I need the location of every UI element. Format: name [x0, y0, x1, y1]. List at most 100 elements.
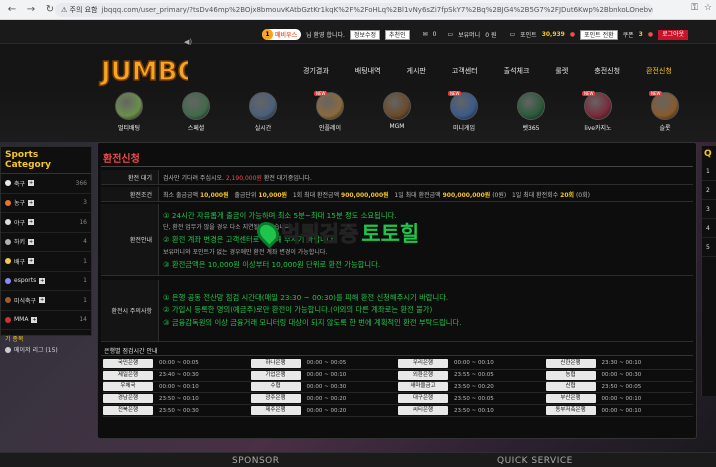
notice-label: 환전시 주의사항: [101, 280, 159, 341]
expand-icon[interactable]: +: [39, 297, 46, 304]
footer-sponsor: SPONSOR: [232, 456, 280, 466]
flag-icon: [5, 346, 11, 353]
schedule-cell: 부산은행 00:00 ~ 00:10: [545, 394, 694, 404]
withdraw-wait-row: 환전 대기 검사만 기다려 주십시오. 2,190,000원 환전 대기중입니다…: [101, 170, 693, 185]
game-multi[interactable]: 멀티배팅: [109, 92, 149, 132]
casino-icon: [584, 92, 612, 120]
expand-icon[interactable]: +: [28, 238, 35, 245]
quick-panel-row[interactable]: 3: [702, 200, 716, 219]
logout-button[interactable]: 로그아웃: [658, 29, 689, 40]
expand-icon[interactable]: +: [28, 219, 35, 226]
bank-name: 농협: [545, 370, 596, 380]
nav-support[interactable]: 고객센터: [452, 66, 478, 76]
sidebar-item[interactable]: 야구 +16: [1, 213, 91, 233]
maintenance-time: 00:00 ~ 00:30: [601, 372, 642, 379]
quick-panel-row[interactable]: 5: [702, 238, 716, 257]
schedule-row: 전북은행 23:50 ~ 00:30 제주은행 00:00 ~ 00:20 씨티은행 23…: [103, 405, 693, 417]
sidebar-item[interactable]: 미식축구 +1: [1, 291, 91, 311]
nav-results[interactable]: 경기결과: [303, 66, 329, 76]
sidebar-item[interactable]: 하키 +4: [1, 233, 91, 252]
key-icon[interactable]: ⚿: [691, 3, 698, 13]
nav-attendance[interactable]: 출석체크: [504, 66, 530, 76]
maintenance-time: 23:30 ~ 00:10: [601, 360, 642, 367]
new-badge: NEW: [649, 91, 663, 96]
nav-deposit[interactable]: 충전신청: [594, 66, 620, 76]
slot-icon: [651, 92, 679, 120]
location-pin-icon: [252, 217, 284, 249]
schedule-cell: 제주은행 00:00 ~ 00:20: [250, 406, 399, 416]
bank-name: 우리은행: [398, 358, 448, 368]
bank-name: 우체국: [103, 382, 153, 392]
sport-icon: [5, 180, 11, 187]
new-badge: NEW: [448, 91, 462, 96]
withdraw-condition-row: 환전조건 최소 출금금액 10,000원 출금단위 10,000원 1회 최대 …: [101, 187, 693, 202]
expand-icon[interactable]: +: [28, 180, 35, 187]
sidebar-item[interactable]: MMA +14: [1, 311, 91, 330]
sidebar-item-label: 야구: [14, 219, 26, 227]
max-once-label: 1회 최대 환전금액: [292, 191, 340, 199]
sidebar-item[interactable]: 축구 +366: [1, 174, 91, 194]
nav-roulette[interactable]: 룰렛: [555, 66, 568, 76]
quick-panel-row[interactable]: 4: [702, 219, 716, 238]
sidebar-item-count: 3: [83, 199, 87, 207]
nav-bet-history[interactable]: 배팅내역: [355, 66, 381, 76]
game-mgm[interactable]: MGM: [377, 92, 417, 130]
maintenance-time: 00:00 ~ 00:05: [159, 360, 199, 367]
back-icon[interactable]: ←: [5, 3, 19, 17]
expand-icon[interactable]: +: [31, 316, 38, 323]
game-label: 스페셜: [187, 125, 205, 132]
game-mini[interactable]: NEW 미니게임: [444, 91, 484, 132]
min-withdraw-label: 최소 출금금액: [163, 191, 199, 199]
maintenance-time: 00:00 ~ 00:10: [601, 395, 642, 402]
coupon-icon: ●: [647, 31, 654, 38]
address-bar[interactable]: ⚠ 주의 요함 jbqqq.com/user_primary/?tsDv46mp…: [55, 3, 653, 17]
nav-board[interactable]: 게시판: [407, 66, 426, 76]
jumbo-logo[interactable]: JUMBO: [98, 53, 188, 87]
schedule-cell: 수협 00:00 ~ 00:30: [250, 382, 399, 392]
bank-name: 씨티은행: [398, 406, 448, 416]
quick-panel-row[interactable]: 1: [702, 162, 716, 181]
max-count-used: (0회): [575, 191, 590, 199]
user-name: 매비우스: [275, 32, 298, 39]
edit-info-button[interactable]: 정보수정: [349, 29, 381, 40]
game-live[interactable]: 실시간: [243, 92, 283, 132]
forward-icon[interactable]: →: [24, 3, 38, 17]
game-special[interactable]: 스페셜: [176, 92, 216, 132]
bank-name: 전북은행: [103, 406, 153, 416]
user-bar: 1 매비우스 님 환영 합니다. 정보수정 추천인 ✉ 0 ▭ 보유머니 0 원 …: [262, 28, 689, 41]
game-live-casino[interactable]: NEW live카지노: [578, 91, 618, 132]
page-root: { "browser": { "warning": "⚠ 주의 요함", "ur…: [0, 0, 716, 467]
title-divider: [101, 166, 693, 167]
security-warning[interactable]: ⚠ 주의 요함: [61, 5, 98, 15]
quick-panel-row[interactable]: 2: [702, 181, 716, 200]
new-badge: NEW: [314, 91, 328, 96]
maintenance-time: 23:50 ~ 00:10: [454, 407, 494, 414]
sidebar-item-label: 하키: [14, 239, 26, 247]
quick-panel: Q 1 2 3 4 5: [701, 146, 716, 396]
max-daily-value: 900,000,000원: [442, 191, 491, 199]
sidebar-item-left: 미식축구 +: [5, 296, 46, 305]
sidebar-item[interactable]: 농구 +3: [1, 194, 91, 213]
recommender-button[interactable]: 추천인: [385, 29, 410, 40]
game-bet365[interactable]: 벳365: [511, 92, 551, 132]
schedule-cell: 씨티은행 23:50 ~ 00:10: [398, 406, 546, 416]
expand-icon[interactable]: +: [28, 199, 35, 206]
sidebar-item-major-league[interactable]: 메이저 리그 (15): [1, 345, 91, 354]
schedule-cell: 국민은행 00:00 ~ 00:05: [103, 358, 251, 368]
point-convert-button[interactable]: 포인트 전환: [580, 29, 618, 40]
expand-icon[interactable]: +: [28, 258, 35, 265]
football-player-icon: [517, 92, 545, 120]
mail-icon[interactable]: ✉: [423, 31, 428, 38]
wait-value: 검사만 기다려 주십시오. 2,190,000원 환전 대기중입니다.: [159, 170, 693, 184]
sidebar-item[interactable]: esports +1: [1, 272, 91, 291]
game-slot[interactable]: NEW 슬롯: [645, 91, 685, 132]
bank-name: 외환은행: [398, 370, 448, 380]
sidebar-item[interactable]: 배구 +1: [1, 252, 91, 272]
game-inplay[interactable]: NEW 인플레이: [310, 91, 350, 132]
sidebar-item-label: 축구: [14, 180, 26, 188]
expand-icon[interactable]: +: [39, 277, 46, 284]
nav-withdraw[interactable]: 환전신청: [646, 66, 672, 76]
star-icon[interactable]: ☆: [704, 3, 712, 13]
level-badge: 1 매비우스: [262, 29, 302, 40]
bank-name: 동부저축은행: [545, 406, 596, 416]
